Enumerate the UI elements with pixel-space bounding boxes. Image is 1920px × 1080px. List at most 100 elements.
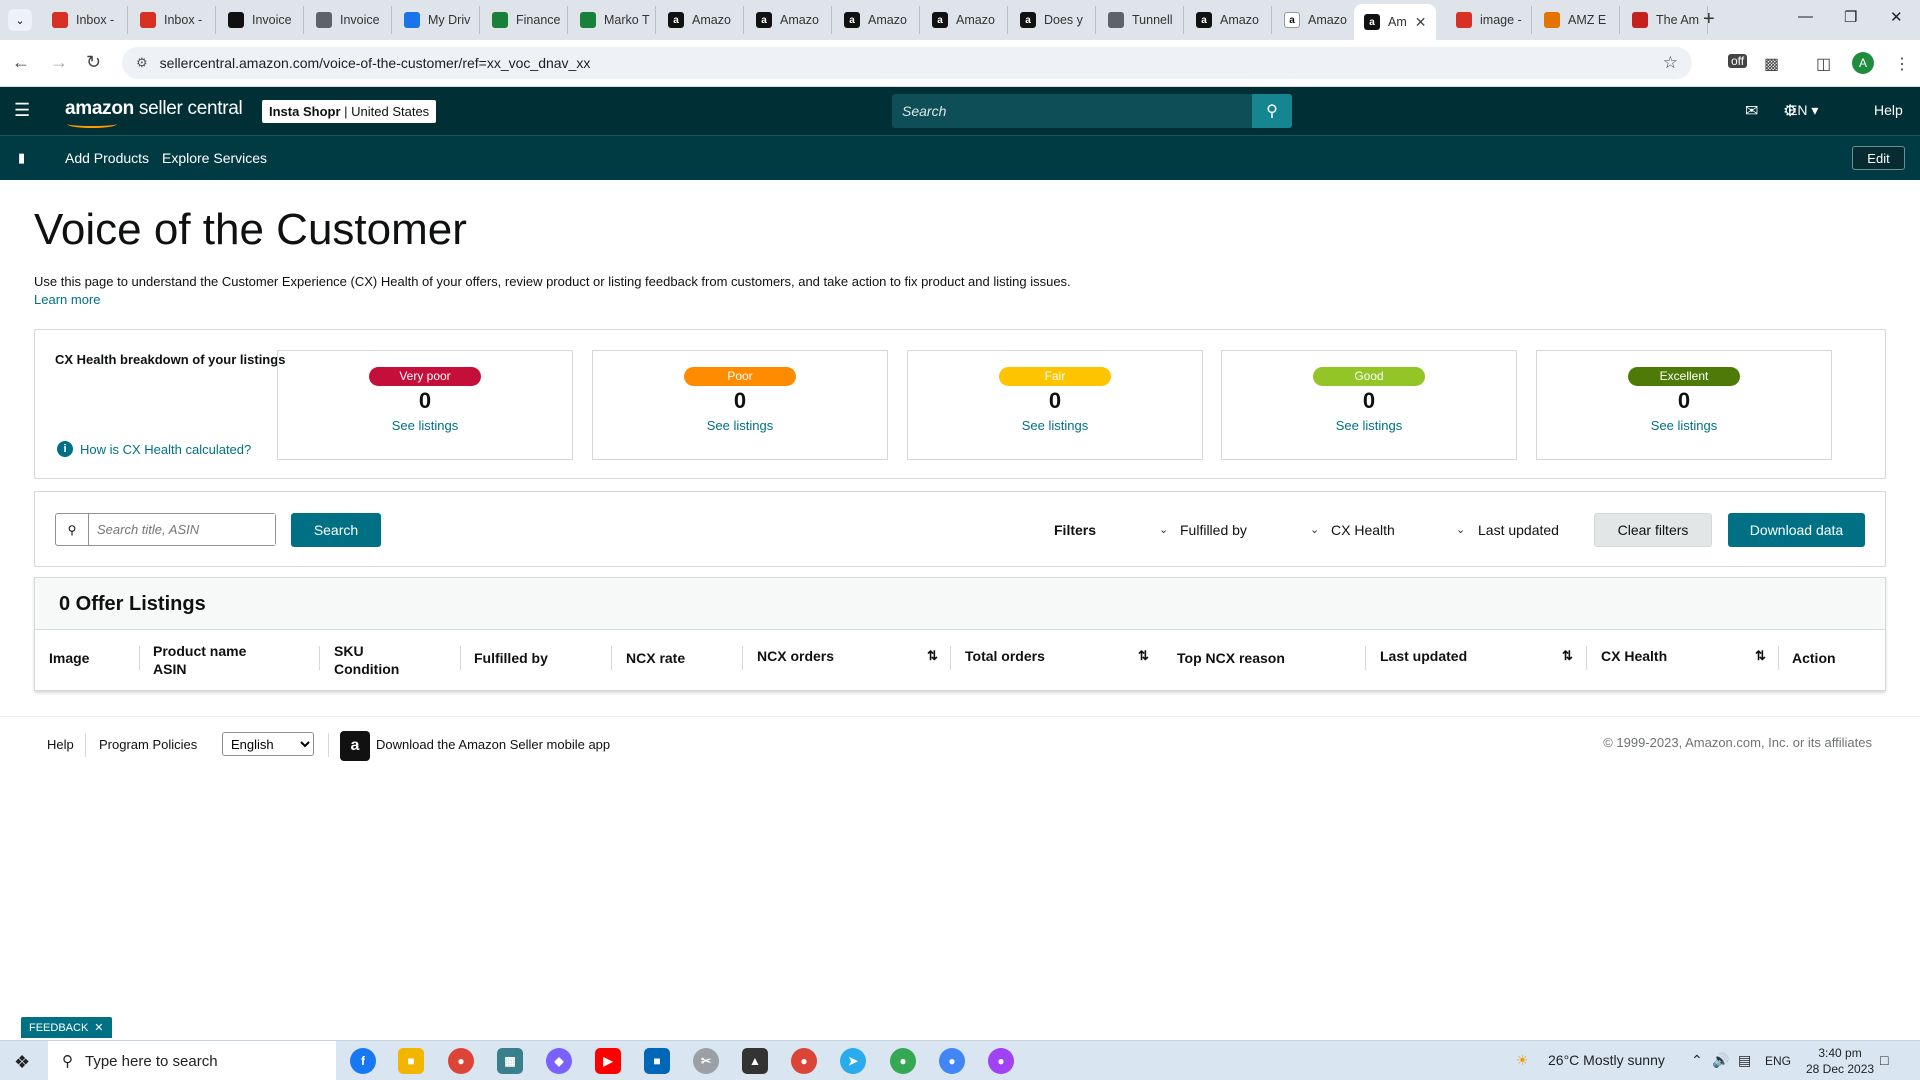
- col-last-updated[interactable]: Last updated: [1380, 647, 1467, 665]
- new-tab-button[interactable]: +: [1703, 8, 1715, 31]
- taskbar-search[interactable]: ⚲ Type here to search: [48, 1041, 336, 1080]
- bookmark-star-icon[interactable]: ☆: [1663, 53, 1678, 73]
- weather-icon[interactable]: ☀: [1516, 1052, 1529, 1069]
- browser-tab[interactable]: a Amazo: [922, 6, 1008, 34]
- footer-program-policies-link[interactable]: Program Policies: [99, 737, 197, 752]
- close-tab-icon[interactable]: ✕: [1415, 14, 1427, 31]
- browser-tab[interactable]: Marko T: [570, 6, 656, 34]
- filter-cx-health[interactable]: CX Health: [1331, 522, 1395, 538]
- filter-fulfilled-by[interactable]: Fulfilled by: [1180, 522, 1247, 538]
- help-link[interactable]: Help: [1874, 102, 1903, 118]
- youtube-icon[interactable]: ▶: [595, 1048, 621, 1074]
- telegram-icon[interactable]: ➤: [840, 1048, 866, 1074]
- notification-icon[interactable]: □: [1880, 1052, 1888, 1068]
- col-product-name[interactable]: Product name ASIN: [153, 642, 246, 678]
- tray-expand-icon[interactable]: ⌃: [1691, 1052, 1703, 1069]
- see-listings-link[interactable]: See listings: [278, 418, 572, 433]
- chrome-menu-icon[interactable]: ⋮: [1894, 54, 1910, 74]
- search-button[interactable]: Search: [291, 513, 381, 547]
- mail-icon[interactable]: ✉: [1745, 101, 1758, 121]
- weather-text[interactable]: 26°C Mostly sunny: [1548, 1052, 1665, 1068]
- learn-more-link[interactable]: Learn more: [34, 292, 100, 307]
- back-icon[interactable]: ←: [12, 52, 30, 73]
- sort-icon[interactable]: ⇅: [1755, 648, 1766, 664]
- browser-tab[interactable]: Inbox -: [130, 6, 216, 34]
- sort-icon[interactable]: ⇅: [1562, 648, 1573, 664]
- browser-tab[interactable]: a Am ✕: [1354, 4, 1436, 40]
- side-panel-icon[interactable]: ◫: [1816, 54, 1831, 74]
- language-switcher[interactable]: EN ▾: [1788, 102, 1818, 119]
- browser-tab[interactable]: a Amazo: [746, 6, 832, 34]
- shortcut-explore-services[interactable]: Explore Services: [162, 150, 267, 166]
- chrome-profile-icon[interactable]: ●: [791, 1048, 817, 1074]
- sort-icon[interactable]: ⇅: [927, 648, 938, 664]
- col-total-orders[interactable]: Total orders: [965, 647, 1045, 665]
- col-sku[interactable]: SKU Condition: [334, 642, 399, 678]
- col-cx-health[interactable]: CX Health: [1601, 647, 1667, 665]
- calculator-icon[interactable]: ▦: [497, 1048, 523, 1074]
- browser-tab[interactable]: image -: [1446, 6, 1532, 34]
- browser-tab[interactable]: a Amazo: [1274, 6, 1360, 34]
- cx-health-help-link[interactable]: i How is CX Health calculated?: [57, 441, 251, 457]
- network-icon[interactable]: ▤: [1738, 1052, 1751, 1069]
- url-text[interactable]: sellercentral.amazon.com/voice-of-the-cu…: [160, 55, 591, 71]
- copilot-icon[interactable]: ◆: [546, 1048, 572, 1074]
- browser-tab[interactable]: Invoice: [306, 6, 392, 34]
- input-language[interactable]: ENG: [1765, 1054, 1791, 1068]
- shortcut-add-products[interactable]: Add Products: [65, 150, 149, 166]
- listing-search-input[interactable]: [89, 514, 275, 545]
- browser-tab[interactable]: Finance: [482, 6, 568, 34]
- taskbar-clock[interactable]: 3:40 pm 28 Dec 2023: [1806, 1045, 1874, 1077]
- minimize-icon[interactable]: —: [1798, 8, 1813, 25]
- windows-start-icon[interactable]: ❖: [14, 1052, 30, 1073]
- restore-icon[interactable]: ❐: [1844, 8, 1857, 26]
- chevron-down-icon[interactable]: ⌄: [1159, 523, 1168, 536]
- filter-last-updated[interactable]: Last updated: [1478, 522, 1559, 538]
- browser-tab[interactable]: Invoice: [218, 6, 304, 34]
- browser-tab[interactable]: a Does y: [1010, 6, 1096, 34]
- browser-tab[interactable]: The Am: [1622, 6, 1708, 34]
- extensions-icon[interactable]: ▩: [1764, 54, 1779, 74]
- file-explorer-icon[interactable]: ■: [398, 1048, 424, 1074]
- chrome-icon[interactable]: ●: [448, 1048, 474, 1074]
- profile-avatar[interactable]: A: [1852, 52, 1874, 74]
- see-listings-link[interactable]: See listings: [1222, 418, 1516, 433]
- browser-tab[interactable]: Tunnell: [1098, 6, 1184, 34]
- seller-central-logo[interactable]: amazon seller central: [65, 98, 243, 128]
- volume-icon[interactable]: 🔊: [1712, 1052, 1729, 1069]
- close-icon[interactable]: ✕: [94, 1021, 103, 1034]
- snipping-tool-icon[interactable]: ✂: [693, 1048, 719, 1074]
- sort-icon[interactable]: ⇅: [1138, 648, 1149, 664]
- chrome-profile-icon[interactable]: ●: [939, 1048, 965, 1074]
- bookmark-icon[interactable]: ▮: [18, 150, 25, 166]
- see-listings-link[interactable]: See listings: [1537, 418, 1831, 433]
- clear-filters-button[interactable]: Clear filters: [1594, 513, 1712, 547]
- search-icon[interactable]: ⚲: [1252, 94, 1292, 128]
- browser-tab[interactable]: a Amazo: [834, 6, 920, 34]
- browser-tab[interactable]: Inbox -: [42, 6, 128, 34]
- browser-tab[interactable]: a Amazo: [1186, 6, 1272, 34]
- global-search-input[interactable]: [892, 94, 1252, 128]
- forward-icon[interactable]: →: [50, 52, 68, 73]
- close-window-icon[interactable]: ✕: [1890, 8, 1903, 26]
- edit-shortcuts-button[interactable]: Edit: [1852, 146, 1905, 170]
- browser-tab[interactable]: a Amazo: [658, 6, 744, 34]
- footer-language-select[interactable]: English: [222, 732, 314, 756]
- hamburger-menu-icon[interactable]: ☰: [14, 100, 30, 121]
- feedback-tab[interactable]: FEEDBACK ✕: [21, 1017, 112, 1038]
- chevron-down-icon[interactable]: ⌄: [1456, 523, 1465, 536]
- reload-icon[interactable]: ↻: [86, 52, 101, 73]
- amazon-app-icon[interactable]: a: [340, 731, 370, 761]
- site-info-icon[interactable]: ⚙: [136, 55, 148, 71]
- tab-search-dropdown-icon[interactable]: ⌄: [8, 9, 32, 31]
- browser-tab[interactable]: My Driv: [394, 6, 480, 34]
- store-icon[interactable]: ■: [644, 1048, 670, 1074]
- honey-extension-icon[interactable]: off: [1728, 54, 1748, 68]
- col-ncx-orders[interactable]: NCX orders: [757, 647, 834, 665]
- chevron-down-icon[interactable]: ⌄: [1310, 523, 1319, 536]
- footer-help-link[interactable]: Help: [47, 737, 74, 752]
- sticky-notes-icon[interactable]: ▲: [742, 1048, 768, 1074]
- omnibox[interactable]: ⚙ sellercentral.amazon.com/voice-of-the-…: [122, 47, 1692, 79]
- chrome-profile-icon[interactable]: ●: [988, 1048, 1014, 1074]
- see-listings-link[interactable]: See listings: [593, 418, 887, 433]
